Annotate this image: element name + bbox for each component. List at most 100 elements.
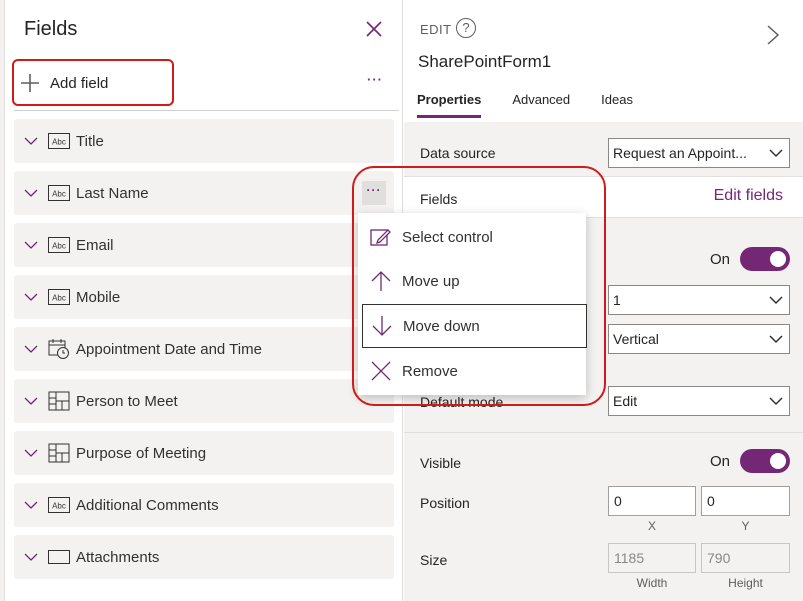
layout-dropdown[interactable]: Vertical bbox=[608, 324, 790, 354]
lookup-grid-icon bbox=[48, 390, 70, 412]
text-abc-icon: Abc bbox=[48, 130, 70, 152]
visible-toggle-group: On bbox=[710, 449, 791, 473]
y-label: Y bbox=[741, 519, 750, 533]
data-source-value: Request an Appoint... bbox=[613, 145, 747, 161]
snap-toggle-group: On bbox=[710, 247, 791, 271]
menu-item-remove[interactable]: Remove bbox=[358, 349, 586, 393]
chevron-down-icon[interactable] bbox=[24, 498, 38, 512]
toggle-state-text: On bbox=[710, 250, 731, 268]
field-label: Last Name bbox=[76, 184, 149, 202]
data-source-dropdown[interactable]: Request an Appoint... bbox=[608, 138, 790, 168]
svg-text:Abc: Abc bbox=[52, 190, 66, 199]
field-label: Purpose of Meeting bbox=[76, 444, 207, 462]
add-field-button[interactable]: Add field bbox=[14, 61, 172, 105]
height-input[interactable]: 790 bbox=[701, 543, 790, 573]
field-label: Additional Comments bbox=[76, 496, 219, 514]
chevron-down-icon bbox=[769, 149, 783, 158]
field-row-additional-comments[interactable]: Abc Additional Comments bbox=[14, 483, 394, 527]
tab-properties[interactable]: Properties bbox=[417, 92, 482, 118]
edit-select-icon bbox=[370, 226, 392, 248]
menu-item-label: Move up bbox=[402, 272, 460, 290]
attachment-box-icon bbox=[48, 546, 70, 568]
menu-item-label: Move down bbox=[403, 317, 480, 335]
chevron-down-icon[interactable] bbox=[24, 290, 38, 304]
close-icon bbox=[370, 360, 392, 382]
arrow-up-icon bbox=[370, 270, 392, 292]
fields-section: Fields Edit fields bbox=[404, 176, 803, 218]
tab-advanced[interactable]: Advanced bbox=[512, 92, 570, 118]
position-x-input[interactable]: 0 bbox=[608, 486, 696, 516]
svg-text:Abc: Abc bbox=[52, 138, 66, 147]
chevron-down-icon bbox=[769, 296, 783, 305]
field-label: Mobile bbox=[76, 288, 121, 306]
position-y-input[interactable]: 0 bbox=[701, 486, 790, 516]
more-options-icon[interactable]: ··· bbox=[367, 72, 383, 87]
field-row-last-name[interactable]: Abc Last Name ··· bbox=[14, 171, 394, 215]
layout-value: Vertical bbox=[613, 331, 659, 347]
help-icon[interactable]: ? bbox=[456, 18, 476, 38]
calendar-clock-icon bbox=[48, 338, 70, 360]
field-label: Attachments bbox=[76, 548, 160, 566]
text-abc-icon: Abc bbox=[48, 286, 70, 308]
fields-label: Fields bbox=[420, 191, 458, 207]
field-row-mobile[interactable]: Abc Mobile bbox=[14, 275, 394, 319]
chevron-down-icon[interactable] bbox=[24, 394, 38, 408]
chevron-down-icon[interactable] bbox=[24, 446, 38, 460]
columns-value: 1 bbox=[613, 292, 621, 308]
row-more-options-button[interactable]: ··· bbox=[362, 181, 386, 205]
toggle-knob bbox=[770, 453, 787, 469]
mode-label: EDIT bbox=[420, 22, 452, 37]
field-context-menu: Select control Move up Move down Remove bbox=[358, 213, 587, 395]
field-row-email[interactable]: Abc Email bbox=[14, 223, 394, 267]
columns-dropdown[interactable]: 1 bbox=[608, 285, 790, 315]
field-label: Email bbox=[76, 236, 114, 254]
visible-label: Visible bbox=[420, 455, 461, 471]
divider bbox=[14, 110, 399, 111]
properties-header: EDIT ? SharePointForm1 Properties Advanc… bbox=[404, 0, 803, 122]
snap-toggle[interactable] bbox=[740, 247, 791, 271]
close-icon[interactable] bbox=[365, 20, 383, 38]
chevron-down-icon bbox=[769, 397, 783, 406]
menu-item-label: Select control bbox=[402, 228, 493, 246]
menu-item-move-up[interactable]: Move up bbox=[358, 259, 586, 303]
chevron-down-icon[interactable] bbox=[24, 342, 38, 356]
fields-pane: Fields Add field ··· Abc Title Abc Last … bbox=[5, 0, 403, 601]
add-field-label: Add field bbox=[50, 74, 109, 92]
svg-text:Abc: Abc bbox=[52, 242, 66, 251]
text-abc-icon: Abc bbox=[48, 182, 70, 204]
toggle-state-text: On bbox=[710, 452, 731, 470]
data-source-label: Data source bbox=[420, 145, 496, 161]
field-row-purpose[interactable]: Purpose of Meeting bbox=[14, 431, 394, 475]
field-row-title[interactable]: Abc Title bbox=[14, 119, 394, 163]
position-label: Position bbox=[420, 495, 470, 511]
menu-item-label: Remove bbox=[402, 362, 458, 380]
default-mode-value: Edit bbox=[613, 393, 638, 409]
visible-toggle[interactable] bbox=[740, 449, 791, 473]
text-abc-icon: Abc bbox=[48, 494, 70, 516]
arrow-down-icon bbox=[371, 315, 393, 337]
tab-bar: Properties Advanced Ideas bbox=[417, 92, 664, 118]
default-mode-label: Default mode bbox=[420, 394, 504, 410]
field-label: Appointment Date and Time bbox=[76, 340, 262, 358]
menu-item-select-control[interactable]: Select control bbox=[358, 215, 586, 259]
chevron-down-icon[interactable] bbox=[24, 186, 38, 200]
field-label: Title bbox=[76, 132, 104, 150]
width-input[interactable]: 1185 bbox=[608, 543, 696, 573]
default-mode-dropdown[interactable]: Edit bbox=[608, 386, 790, 416]
field-row-attachments[interactable]: Attachments bbox=[14, 535, 394, 579]
field-row-person-to-meet[interactable]: Person to Meet bbox=[14, 379, 394, 423]
size-label: Size bbox=[420, 552, 448, 568]
plus-icon bbox=[21, 74, 39, 92]
chevron-down-icon[interactable] bbox=[24, 550, 38, 564]
chevron-down-icon[interactable] bbox=[24, 238, 38, 252]
toggle-knob bbox=[770, 251, 787, 267]
height-label: Height bbox=[728, 576, 763, 590]
fields-pane-title: Fields bbox=[24, 18, 78, 40]
field-row-appointment[interactable]: Appointment Date and Time bbox=[14, 327, 394, 371]
chevron-right-icon[interactable] bbox=[766, 24, 780, 46]
chevron-down-icon[interactable] bbox=[24, 134, 38, 148]
edit-fields-link[interactable]: Edit fields bbox=[714, 187, 783, 205]
tab-ideas[interactable]: Ideas bbox=[601, 92, 633, 118]
svg-text:Abc: Abc bbox=[52, 502, 66, 511]
menu-item-move-down[interactable]: Move down bbox=[362, 304, 587, 348]
